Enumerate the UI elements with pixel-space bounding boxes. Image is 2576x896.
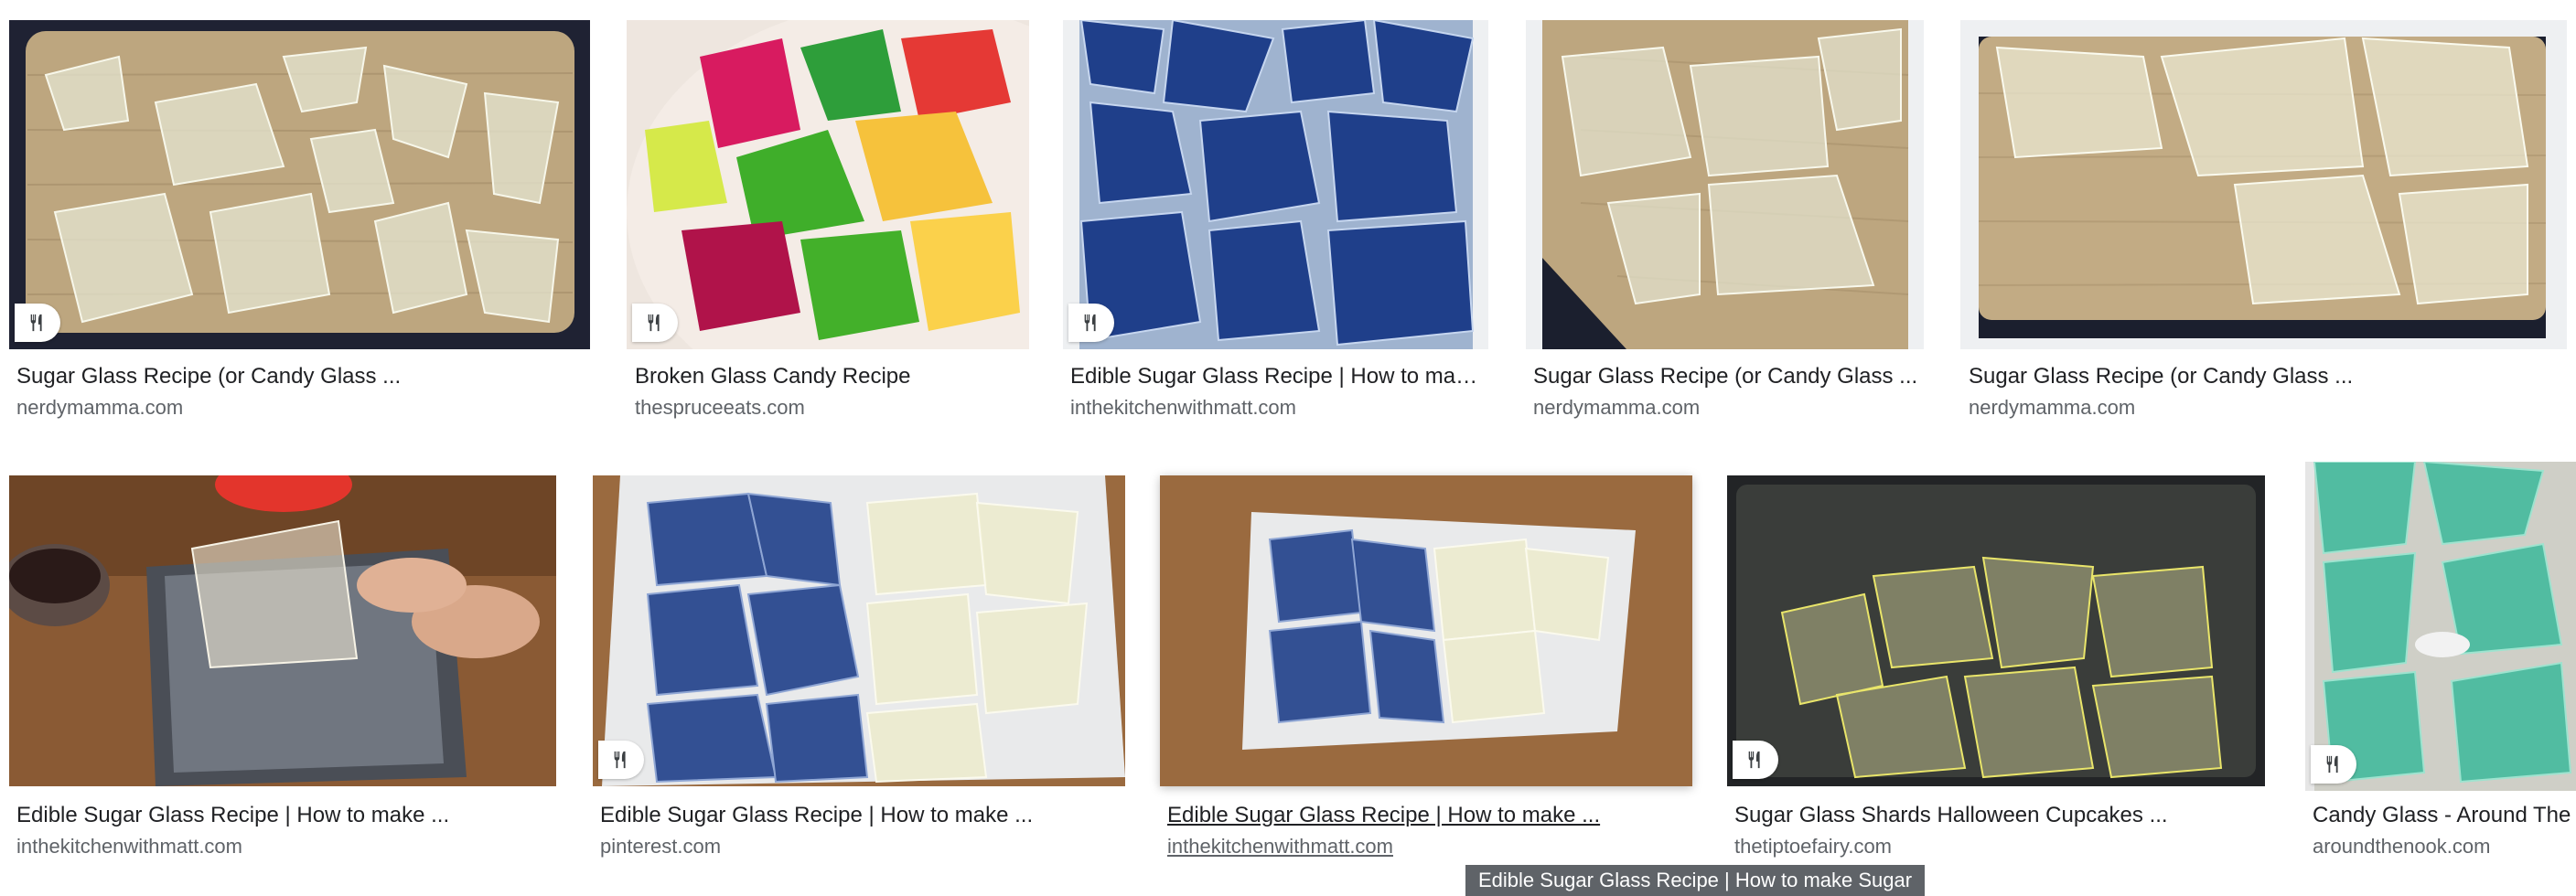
image-result-card[interactable]: Edible Sugar Glass Recipe | How to make … bbox=[593, 462, 1125, 873]
result-title[interactable]: Broken Glass Candy Recipe bbox=[635, 363, 1028, 390]
result-title[interactable]: Edible Sugar Glass Recipe | How to make … bbox=[16, 802, 556, 829]
result-domain[interactable]: nerdymamma.com bbox=[1969, 395, 2563, 421]
recipe-badge bbox=[15, 304, 60, 342]
result-title[interactable]: Sugar Glass Recipe (or Candy Glass ... bbox=[1969, 363, 2563, 390]
result-domain[interactable]: nerdymamma.com bbox=[16, 395, 584, 421]
result-thumbnail[interactable] bbox=[2305, 462, 2576, 791]
image-result-card[interactable]: Edible Sugar Glass Recipe | How to make … bbox=[1154, 462, 1694, 873]
result-domain[interactable]: aroundthenook.com bbox=[2313, 834, 2576, 859]
sugar-glass-board-photo bbox=[1960, 20, 2567, 349]
fork-knife-icon bbox=[1084, 314, 1096, 332]
image-result-card[interactable]: Broken Glass Candy Recipe thespruceeats.… bbox=[627, 20, 1029, 432]
result-title[interactable]: Sugar Glass Recipe (or Candy Glass ... bbox=[1533, 363, 1922, 390]
result-thumbnail[interactable] bbox=[593, 475, 1125, 786]
result-title[interactable]: Edible Sugar Glass Recipe | How to make … bbox=[1070, 363, 1487, 390]
fork-knife-icon bbox=[2326, 755, 2338, 773]
blue-clear-glass-plate-photo bbox=[1160, 475, 1692, 786]
result-thumbnail[interactable] bbox=[1160, 475, 1692, 786]
broken-glass-candy-photo bbox=[627, 20, 1029, 349]
recipe-badge bbox=[1068, 304, 1114, 342]
fork-knife-icon bbox=[614, 751, 626, 769]
result-thumbnail[interactable] bbox=[9, 475, 556, 786]
blue-sugar-glass-photo bbox=[1063, 20, 1488, 349]
recipe-badge bbox=[598, 741, 644, 779]
image-result-card[interactable]: Edible Sugar Glass Recipe | How to make … bbox=[0, 462, 558, 873]
result-thumbnail[interactable] bbox=[9, 20, 590, 349]
result-title[interactable]: Candy Glass - Around The Nook bbox=[2313, 802, 2576, 829]
result-thumbnail[interactable] bbox=[1727, 475, 2265, 786]
clear-sugar-glass-photo bbox=[1526, 20, 1924, 349]
image-result-card[interactable]: Sugar Glass Recipe (or Candy Glass ... n… bbox=[1526, 20, 1924, 432]
recipe-badge bbox=[2311, 745, 2356, 784]
image-result-card[interactable]: Sugar Glass Shards Halloween Cupcakes ..… bbox=[1727, 462, 2267, 873]
image-result-card[interactable]: Sugar Glass Recipe (or Candy Glass ... n… bbox=[1960, 20, 2567, 432]
result-title[interactable]: Edible Sugar Glass Recipe | How to make … bbox=[1167, 802, 1694, 829]
result-domain[interactable]: inthekitchenwithmatt.com bbox=[16, 834, 556, 859]
result-thumbnail[interactable] bbox=[627, 20, 1029, 349]
recipe-badge bbox=[632, 304, 678, 342]
hover-tooltip: Edible Sugar Glass Recipe | How to make … bbox=[1465, 865, 1926, 896]
image-result-card[interactable]: Edible Sugar Glass Recipe | How to make … bbox=[1063, 20, 1488, 432]
result-thumbnail[interactable] bbox=[1960, 20, 2567, 349]
result-domain[interactable]: nerdymamma.com bbox=[1533, 395, 1922, 421]
result-title[interactable]: Edible Sugar Glass Recipe | How to make … bbox=[600, 802, 1125, 829]
sugar-glass-photo bbox=[9, 20, 590, 349]
result-domain[interactable]: thetiptoefairy.com bbox=[1734, 834, 2265, 859]
fork-knife-icon bbox=[648, 314, 660, 332]
result-title[interactable]: Sugar Glass Recipe (or Candy Glass ... bbox=[16, 363, 584, 390]
teal-candy-glass-photo bbox=[2305, 462, 2576, 791]
blue-clear-glass-plate-photo bbox=[593, 475, 1125, 786]
result-domain[interactable]: inthekitchenwithmatt.com bbox=[1070, 395, 1487, 421]
recipe-badge bbox=[1733, 741, 1778, 779]
fork-knife-icon bbox=[30, 314, 42, 332]
result-title[interactable]: Sugar Glass Shards Halloween Cupcakes ..… bbox=[1734, 802, 2265, 829]
image-result-card[interactable]: Sugar Glass Recipe (or Candy Glass ... n… bbox=[0, 20, 590, 432]
result-thumbnail[interactable] bbox=[1526, 20, 1924, 349]
image-result-card[interactable]: Candy Glass - Around The Nook aroundthen… bbox=[2305, 462, 2576, 873]
result-domain[interactable]: pinterest.com bbox=[600, 834, 1125, 859]
fork-knife-icon bbox=[1748, 751, 1760, 769]
result-domain[interactable]: inthekitchenwithmatt.com bbox=[1167, 834, 1694, 859]
sugar-glass-tray-photo bbox=[9, 475, 556, 786]
result-domain[interactable]: thespruceeats.com bbox=[635, 395, 1028, 421]
glass-shards-tray-photo bbox=[1727, 475, 2265, 786]
result-thumbnail[interactable] bbox=[1063, 20, 1488, 349]
